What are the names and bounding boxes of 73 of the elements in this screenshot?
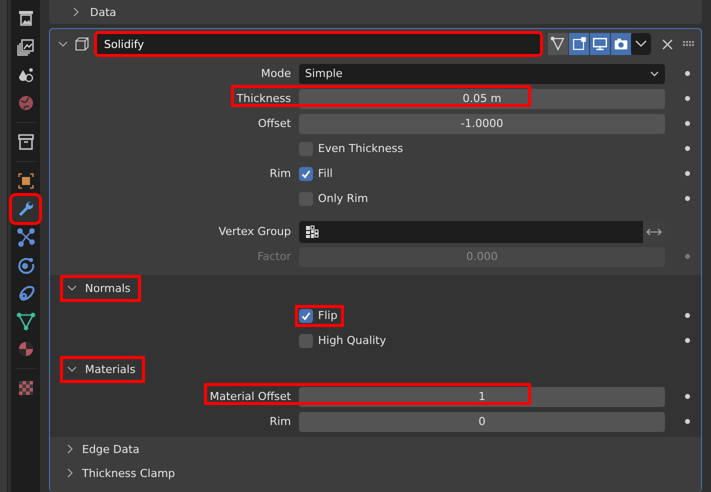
drag-handle-icon[interactable] (683, 41, 695, 47)
triangle-mesh-icon (16, 312, 35, 330)
keyframe-dot[interactable] (684, 313, 690, 318)
keyframe-dot[interactable] (684, 394, 690, 399)
property-label: Mode (261, 67, 291, 80)
subpanel-header[interactable]: Materials (63, 359, 142, 380)
data-panel-header[interactable]: Data (49, 0, 702, 24)
modifier-toggle[interactable] (590, 33, 610, 55)
keyframe-dot[interactable] (684, 419, 690, 424)
chevron-right-icon (73, 7, 80, 17)
chevron-right-icon (67, 444, 74, 454)
subpanel-header[interactable]: Edge Data (63, 438, 146, 460)
printer-icon (18, 11, 32, 26)
orbit-icon (18, 258, 34, 274)
mode-dropdown[interactable]: Simple (299, 64, 665, 84)
images-icon (16, 39, 34, 56)
chevron-down-icon (67, 366, 77, 373)
modifier-toggle[interactable] (548, 33, 568, 55)
chevron-down-icon (635, 40, 647, 48)
vertex-group-icon (305, 224, 319, 238)
checkmark-icon (300, 168, 312, 180)
monitor-icon (593, 38, 607, 50)
keyframe-dot[interactable] (684, 146, 690, 151)
triangle-vertices-icon (550, 36, 564, 50)
chevron-down-icon (58, 40, 68, 48)
box-icon (18, 134, 34, 150)
property-label: Offset (258, 117, 291, 130)
property-label: Material Offset (210, 390, 291, 403)
modifier-toggle[interactable] (569, 33, 589, 55)
chevron-down-icon (67, 285, 77, 292)
scene-icon (18, 68, 33, 82)
property-label: Factor (257, 250, 291, 263)
chevron-right-icon (67, 468, 74, 478)
subpanel-header[interactable]: Normals (63, 278, 138, 299)
checkbox[interactable]: Fill (299, 166, 336, 180)
keyframe-dot[interactable] (684, 71, 690, 76)
property-label: Rim (270, 167, 291, 180)
keyframe-dot[interactable] (684, 96, 690, 101)
checkbox[interactable]: Only Rim (299, 192, 372, 206)
modifier-toggle[interactable] (611, 33, 631, 55)
vertex-group-field[interactable] (299, 220, 643, 242)
particles-icon (16, 228, 34, 247)
checkbox[interactable]: Even Thickness (299, 142, 406, 156)
chevron-down-icon (650, 70, 659, 76)
camera-icon (614, 38, 628, 50)
checkbox[interactable]: High Quality (299, 334, 390, 348)
keyframe-dot[interactable] (684, 338, 690, 343)
checker-icon (18, 381, 32, 395)
constraint-icon (18, 286, 34, 301)
globe-icon (18, 96, 32, 110)
property-label: Thickness (236, 92, 291, 105)
sphere-icon (18, 342, 32, 356)
number-field[interactable]: -1.0000 (299, 114, 665, 134)
wrench-icon (18, 202, 33, 216)
property-label: Rim (270, 415, 291, 428)
object-icon (18, 173, 34, 189)
checkmark-icon (300, 310, 312, 322)
dropdown-button[interactable] (631, 33, 651, 55)
properties-tab[interactable] (12, 196, 39, 222)
keyframe-dot[interactable] (684, 121, 690, 126)
checkbox[interactable]: Flip (299, 308, 340, 322)
close-icon (662, 38, 672, 50)
keyframe-dot[interactable] (684, 196, 690, 201)
modifier-name-field[interactable]: Solidify (96, 33, 541, 55)
number-field[interactable]: 0.05 m (299, 88, 665, 108)
cube-outline-icon (74, 36, 90, 52)
subpanel-header[interactable]: Thickness Clamp (63, 462, 182, 484)
number-field[interactable]: 1 (299, 386, 665, 406)
property-label: Vertex Group (218, 225, 291, 238)
double-arrow-icon (646, 228, 662, 236)
edit-mode-icon (573, 37, 586, 50)
keyframe-dot[interactable] (684, 171, 690, 176)
number-field[interactable]: 0 (299, 412, 665, 432)
